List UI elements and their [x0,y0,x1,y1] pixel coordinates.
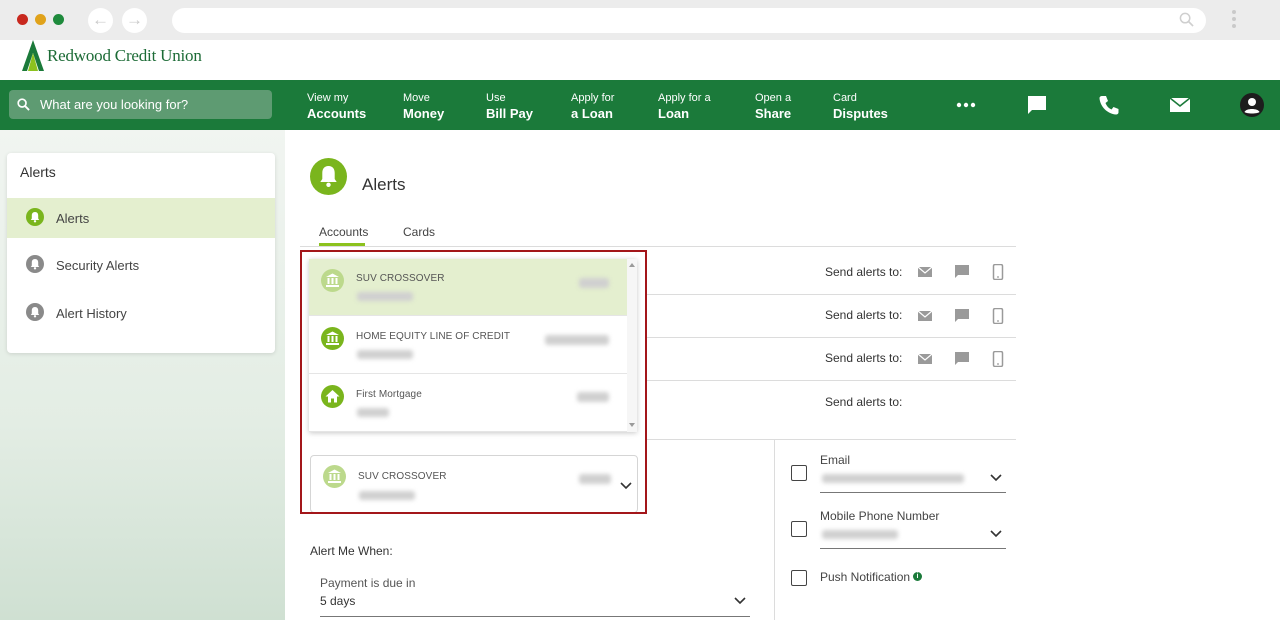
sidebar-item-alert-history[interactable]: Alert History [7,293,275,333]
send-alerts-label: Send alerts to: [825,351,903,365]
search-input[interactable]: What are you looking for? [9,90,272,119]
chevron-down-icon[interactable] [990,530,1002,538]
address-bar[interactable] [172,8,1206,33]
profile-icon[interactable] [1240,93,1264,117]
nav-line2: Loan [658,106,690,121]
nav-line1: Apply for a [658,92,711,104]
sidebar-item-security-alerts[interactable]: Security Alerts [7,245,275,285]
email-channel-icon[interactable] [917,308,933,324]
row-divider [647,294,1016,295]
nav-apply-loan-2[interactable]: Apply for a Loan [658,91,711,121]
email-channel-icon[interactable] [917,351,933,367]
tab-divider [300,246,1016,247]
mobile-phone-field[interactable] [820,548,1006,549]
redwood-logo-icon [22,40,44,71]
mobile-channel-icon[interactable] [990,264,1006,280]
minimize-window-dot[interactable] [35,14,46,25]
push-notification-checkbox[interactable] [791,570,807,586]
nav-line2: Money [403,106,445,121]
nav-card-disputes[interactable]: Card Disputes [833,91,888,121]
page-title: Alerts [362,175,406,194]
close-window-dot[interactable] [17,14,28,25]
email-channel-icon[interactable] [917,264,933,280]
nav-line2: Disputes [833,106,888,121]
maximize-window-dot[interactable] [53,14,64,25]
redacted-email [822,474,964,483]
sidebar-item-label: Security Alerts [56,258,140,273]
tab-accounts[interactable]: Accounts [319,225,368,239]
logo-header: Redwood Credit Union [0,40,1280,80]
sms-channel-icon[interactable] [954,308,970,324]
send-alerts-label: Send alerts to: [825,308,903,322]
nav-apply-loan[interactable]: Apply for a Loan [571,91,614,121]
section-divider [775,439,1016,440]
email-checkbox[interactable] [791,465,807,481]
sidebar-item-label: Alert History [56,306,127,321]
section-divider [647,439,775,440]
nav-view-accounts[interactable]: View my Accounts [307,91,366,121]
brand-name[interactable]: Redwood Credit Union [47,46,202,66]
bell-icon [26,208,44,226]
mobile-phone-checkbox[interactable] [791,521,807,537]
nav-line1: Open a [755,92,792,104]
mobile-channel-icon[interactable] [990,308,1006,324]
sms-channel-icon[interactable] [954,351,970,367]
nav-line1: Use [486,92,506,104]
row-divider [647,380,1016,381]
payment-due-select[interactable] [320,616,750,617]
sidebar-item-alerts[interactable]: Alerts [7,198,275,238]
mail-icon[interactable] [1169,94,1191,116]
sidebar-item-label: Alerts [56,211,90,226]
nav-move-money[interactable]: Move Money [403,91,444,121]
bell-icon [310,158,347,195]
nav-line1: Card [833,92,857,104]
nav-line2: Bill Pay [486,106,533,121]
back-arrow-icon[interactable]: ← [88,8,113,33]
sidebar: Alerts Alerts Security Alerts Alert Hist… [7,153,275,353]
more-icon[interactable] [955,94,977,116]
payment-due-value[interactable]: 5 days [320,594,355,608]
sidebar-title: Alerts [20,164,56,180]
sms-channel-icon[interactable] [954,264,970,280]
tab-cards[interactable]: Cards [403,225,435,239]
nav-line2: Accounts [307,106,367,121]
chevron-down-icon[interactable] [734,597,746,605]
chevron-down-icon[interactable] [990,474,1002,482]
email-label: Email [820,453,851,467]
browser-menu-icon[interactable] [1230,8,1238,34]
search-icon [17,98,30,111]
active-tab-indicator [319,243,365,246]
nav-line1: View my [307,92,349,104]
payment-due-label: Payment is due in [320,576,416,590]
send-alerts-label: Send alerts to: [825,395,903,409]
redacted-phone [822,530,898,539]
column-divider [774,440,775,620]
mobile-channel-icon[interactable] [990,351,1006,367]
highlight-outline [300,250,647,514]
alert-me-when-label: Alert Me When: [310,544,393,558]
info-icon[interactable]: i [913,572,922,581]
nav-bill-pay[interactable]: Use Bill Pay [486,91,533,121]
bell-icon [26,255,44,273]
search-placeholder: What are you looking for? [40,97,189,112]
email-field[interactable] [820,492,1006,493]
nav-line1: Apply for [571,92,615,104]
nav-line2: Share [755,106,792,121]
push-notification-label: Push Notification [820,570,911,584]
row-divider [647,337,1016,338]
mobile-phone-label: Mobile Phone Number [820,509,940,523]
nav-line1: Move [403,92,430,104]
nav-line2: a Loan [571,106,613,121]
search-icon [1179,12,1194,27]
phone-icon[interactable] [1098,94,1120,116]
send-alerts-label: Send alerts to: [825,265,903,279]
chat-icon[interactable] [1026,94,1048,116]
forward-arrow-icon[interactable]: → [122,8,147,33]
browser-toolbar: ← → [0,0,1280,40]
bell-icon [26,303,44,321]
nav-open-share[interactable]: Open a Share [755,91,791,121]
top-navigation: What are you looking for? View my Account… [0,80,1280,130]
